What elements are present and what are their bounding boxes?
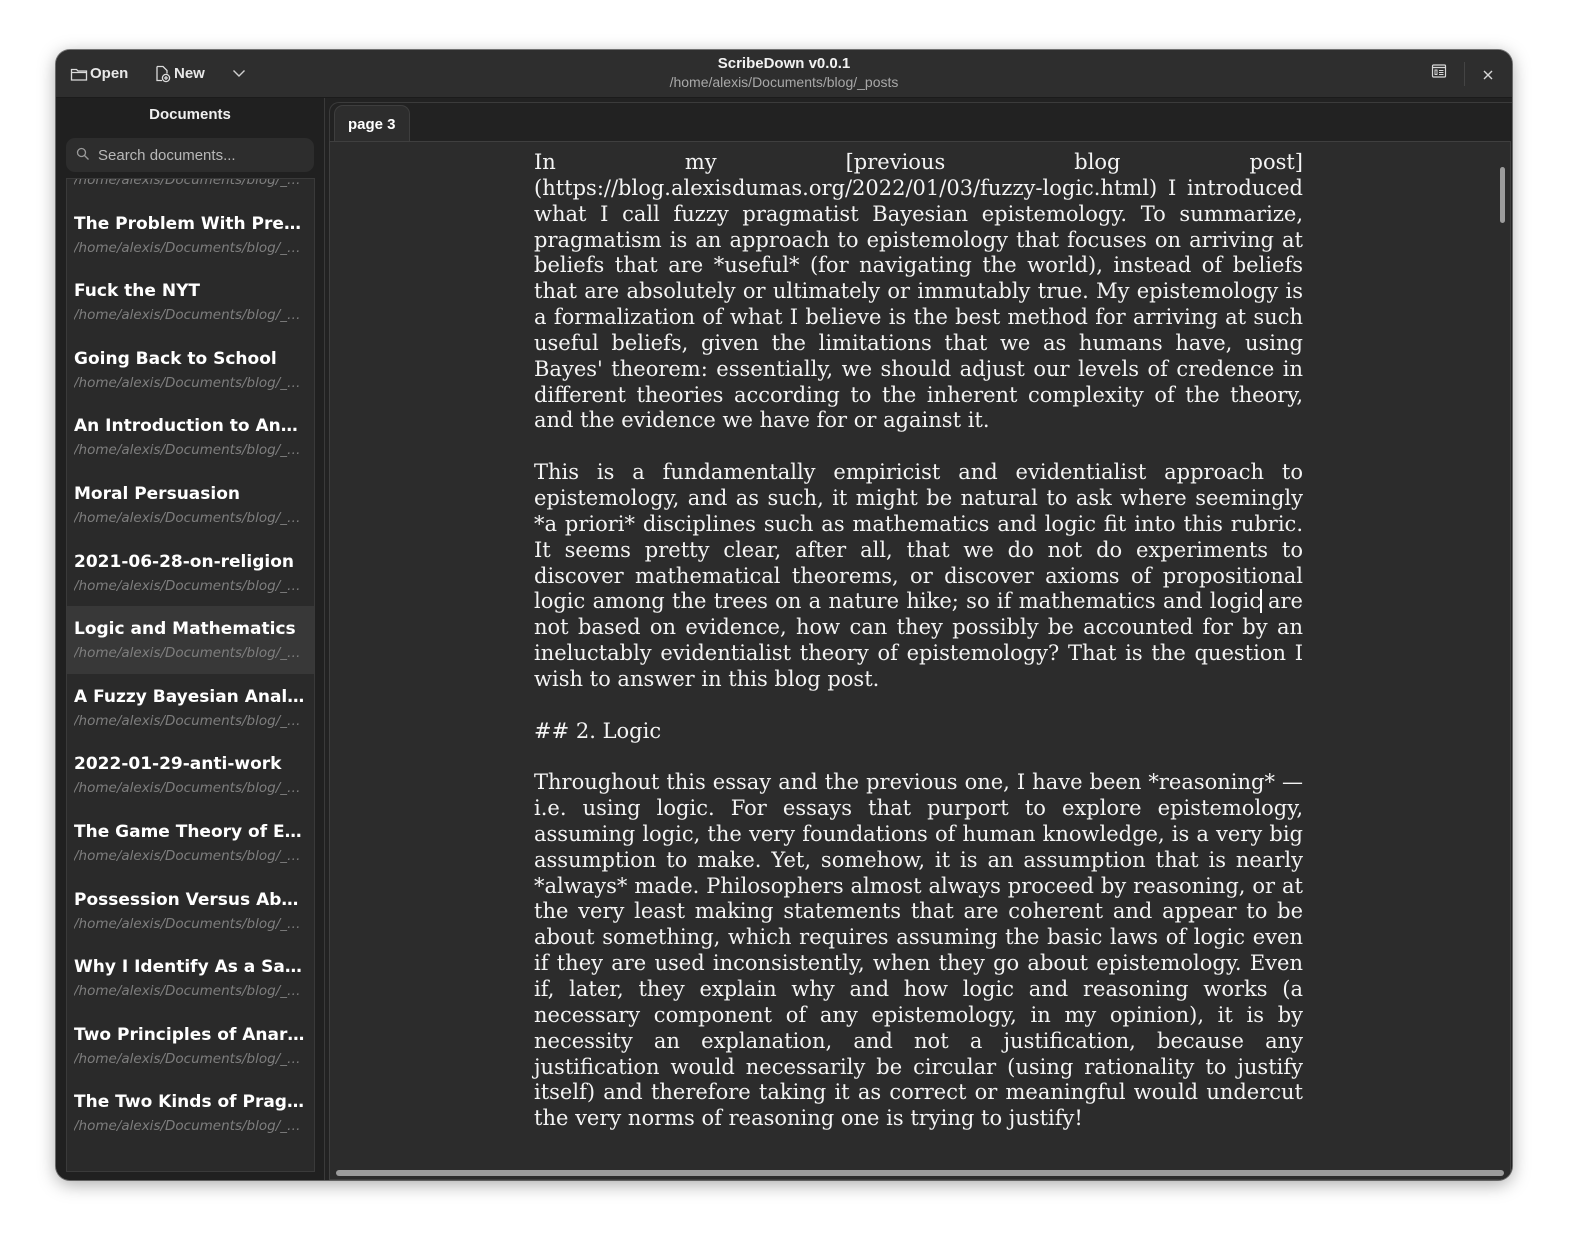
document-path: /home/alexis/Documents/blog/_posts bbox=[74, 780, 307, 797]
search-input[interactable] bbox=[96, 145, 310, 165]
close-button[interactable] bbox=[1482, 66, 1494, 85]
document-path: /home/alexis/Documents/blog/_posts bbox=[74, 442, 307, 459]
text-editor[interactable]: In my [previous blog post](https://blog.… bbox=[329, 141, 1511, 1180]
document-title: Fuck the NYT bbox=[74, 281, 200, 302]
new-label: New bbox=[174, 65, 205, 82]
document-list-item[interactable]: Going Back to School/home/alexis/Documen… bbox=[67, 336, 314, 404]
document-path: /home/alexis/Documents/blog/_posts bbox=[74, 307, 307, 324]
document-title: Moral Persuasion bbox=[74, 483, 240, 504]
document-list-item[interactable]: The Problem With Presentism/home/alexis/… bbox=[67, 201, 314, 269]
document-path: /home/alexis/Documents/blog/_posts bbox=[74, 1118, 307, 1135]
document-path: /home/alexis/Documents/blog/_posts bbox=[74, 645, 307, 662]
document-list[interactable]: Anarchistic Relations/home/alexis/Docume… bbox=[66, 178, 315, 1172]
document-title: The Problem With Presentism bbox=[74, 213, 307, 234]
new-button[interactable]: New bbox=[154, 60, 205, 87]
heading-logic: ## 2. Logic bbox=[534, 718, 662, 743]
document-list-item[interactable]: 2022-01-29-anti-work/home/alexis/Documen… bbox=[67, 741, 314, 809]
document-title: Going Back to School bbox=[74, 348, 277, 369]
documents-sidebar: Documents Anarchistic Relations/home/ale… bbox=[56, 98, 325, 1180]
window-title-area: ScribeDown v0.0.1 /home/alexis/Documents… bbox=[56, 55, 1512, 91]
header-separator bbox=[1464, 62, 1465, 86]
document-list-item[interactable]: Fuck the NYT/home/alexis/Documents/blog/… bbox=[67, 268, 314, 336]
editor-area: page 3 In my [previous blog post](https:… bbox=[325, 98, 1512, 1180]
close-icon bbox=[1482, 66, 1494, 85]
document-path: /home/alexis/Documents/blog/_posts bbox=[74, 178, 307, 188]
document-list-item[interactable]: The Game Theory of Ethics/home/alexis/Do… bbox=[67, 809, 314, 877]
new-file-icon bbox=[154, 65, 172, 83]
window-subtitle: /home/alexis/Documents/blog/_posts bbox=[669, 74, 899, 90]
document-path: /home/alexis/Documents/blog/_posts bbox=[74, 712, 307, 729]
document-title: Possession Versus Abstraction bbox=[74, 889, 307, 910]
document-title: Two Principles of Anarchism bbox=[74, 1024, 307, 1045]
search-box[interactable] bbox=[66, 138, 314, 172]
document-path: /home/alexis/Documents/blog/_posts bbox=[74, 509, 307, 526]
sidebar-title: Documents bbox=[149, 106, 231, 123]
tab-bar-frame bbox=[329, 102, 1512, 143]
document-list-item[interactable]: Moral Persuasion/home/alexis/Documents/b… bbox=[67, 471, 314, 539]
open-button[interactable]: Open bbox=[70, 60, 128, 87]
document-title: Logic and Mathematics bbox=[74, 619, 296, 640]
vertical-scrollbar[interactable] bbox=[1500, 167, 1505, 223]
document-title: An Introduction to Anarchism bbox=[74, 416, 307, 437]
document-list-item[interactable]: Anarchistic Relations/home/alexis/Docume… bbox=[67, 178, 314, 201]
sidebar-toggle-button[interactable] bbox=[1431, 63, 1447, 83]
tab-page-3[interactable]: page 3 bbox=[334, 105, 410, 142]
document-title: 2022-01-29-anti-work bbox=[74, 754, 282, 775]
document-title: Why I Identify As a Satanist bbox=[74, 957, 307, 978]
document-title: A Fuzzy Bayesian Analysis bbox=[74, 686, 307, 707]
editor-text[interactable]: In my [previous blog post](https://blog.… bbox=[534, 150, 1303, 1158]
tab-bar: page 3 bbox=[325, 98, 1512, 143]
chevron-down-icon bbox=[232, 69, 246, 78]
document-title: 2021-06-28-on-religion bbox=[74, 551, 294, 572]
document-list-item[interactable]: A Fuzzy Bayesian Analysis/home/alexis/Do… bbox=[67, 674, 314, 742]
paragraph-logic: Throughout this essay and the previous o… bbox=[534, 770, 1303, 1131]
open-label: Open bbox=[90, 65, 129, 82]
document-path: /home/alexis/Documents/blog/_posts bbox=[74, 374, 307, 391]
document-path: /home/alexis/Documents/blog/_posts bbox=[74, 915, 307, 932]
document-list-item[interactable]: An Introduction to Anarchism/home/alexis… bbox=[67, 403, 314, 471]
document-list-item[interactable]: Why I Identify As a Satanist/home/alexis… bbox=[67, 944, 314, 1012]
horizontal-scrollbar[interactable] bbox=[336, 1170, 1504, 1176]
search-icon bbox=[66, 146, 90, 165]
document-list-content: Anarchistic Relations/home/alexis/Docume… bbox=[67, 178, 314, 1147]
paragraph-question: This is a fundamentally empiricist and e… bbox=[534, 460, 1303, 693]
document-title: The Two Kinds of Pragmatism bbox=[74, 1092, 307, 1113]
header-bar: Open New ScribeDown v0.0.1 /home/alexis/… bbox=[56, 50, 1512, 98]
new-menu-button[interactable] bbox=[228, 60, 250, 87]
document-list-item[interactable]: Two Principles of Anarchism/home/alexis/… bbox=[67, 1012, 314, 1080]
document-path: /home/alexis/Documents/blog/_posts bbox=[74, 577, 307, 594]
folder-icon bbox=[70, 66, 88, 82]
document-list-item[interactable]: The Two Kinds of Pragmatism/home/alexis/… bbox=[67, 1079, 314, 1147]
document-list-item[interactable]: Logic and Mathematics/home/alexis/Docume… bbox=[67, 606, 314, 674]
sidebar-toggle-icon bbox=[1431, 64, 1447, 83]
paragraph-question-before-caret: This is a fundamentally empiricist and e… bbox=[534, 460, 1303, 614]
document-list-item[interactable]: 2021-06-28-on-religion/home/alexis/Docum… bbox=[67, 539, 314, 607]
document-list-item[interactable]: Possession Versus Abstraction/home/alexi… bbox=[67, 877, 314, 945]
tab-label: page 3 bbox=[348, 115, 396, 133]
document-path: /home/alexis/Documents/blog/_posts bbox=[74, 1050, 307, 1067]
paragraph-intro: In my [previous blog post](https://blog.… bbox=[534, 150, 1303, 433]
window-title: ScribeDown v0.0.1 bbox=[717, 55, 851, 72]
document-path: /home/alexis/Documents/blog/_posts bbox=[74, 239, 307, 256]
app-window: Open New ScribeDown v0.0.1 /home/alexis/… bbox=[56, 50, 1512, 1180]
document-title: The Game Theory of Ethics bbox=[74, 821, 307, 842]
document-path: /home/alexis/Documents/blog/_posts bbox=[74, 847, 307, 864]
document-path: /home/alexis/Documents/blog/_posts bbox=[74, 983, 307, 1000]
